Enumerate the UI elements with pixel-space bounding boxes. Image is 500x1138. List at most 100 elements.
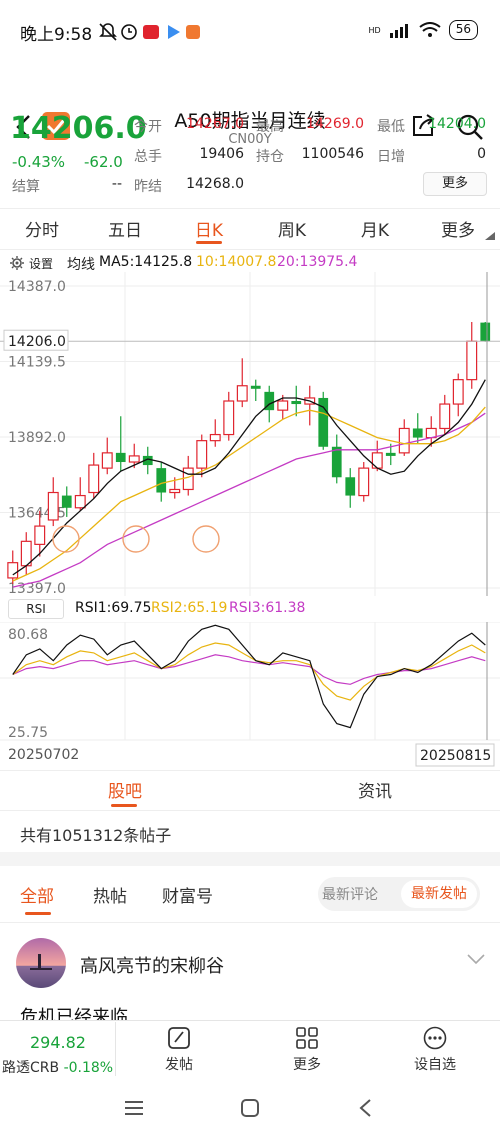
x-start-date: 20250702 — [8, 747, 79, 763]
candle-body — [34, 525, 46, 545]
x-end-date: 20250815 — [420, 748, 491, 764]
last-price: 14206.0 — [10, 111, 147, 146]
daily-add-label: 日增 — [377, 149, 405, 165]
tab-news[interactable]: 资讯 — [315, 777, 435, 802]
filter-all[interactable]: 全部 — [20, 882, 54, 907]
ma20-value: 20:13975.4 — [277, 254, 358, 270]
ticker-change: -0.18% — [63, 1060, 114, 1076]
candle-body — [452, 379, 464, 405]
signal-icon — [389, 24, 408, 38]
ma5-line — [12, 379, 486, 576]
y-tick-label: 14139.5 — [8, 355, 66, 371]
status-bar: 晚上9:58 HD 56 — [0, 0, 500, 52]
rsi-chart[interactable]: 80.68 25.75 20250702 20250815 — [0, 622, 500, 768]
candle-body — [398, 427, 410, 454]
ticker-name[interactable]: 路透CRB -0.18% — [2, 1057, 113, 1077]
post-button[interactable]: 发帖 — [144, 1026, 214, 1074]
active-tab-indicator — [196, 241, 222, 244]
back-icon[interactable] — [358, 1098, 372, 1118]
grid-icon — [296, 1027, 318, 1049]
sort-latest-comment[interactable]: 最新评论 — [322, 884, 378, 904]
tab-monthly-k[interactable]: 月K — [335, 216, 415, 241]
change-value: -62.0 — [84, 153, 123, 171]
low-label: 最低 — [377, 119, 405, 135]
sort-latest-post[interactable]: 最新发帖 — [401, 880, 477, 908]
system-nav-bar — [0, 1080, 500, 1138]
settle-value: -- — [111, 176, 122, 192]
section-tab-indicator — [111, 804, 137, 807]
avatar[interactable] — [16, 938, 66, 988]
chevron-down-icon[interactable] — [467, 953, 485, 965]
add-watchlist-label: 设自选 — [414, 1057, 456, 1073]
app-notification-icon — [143, 25, 159, 39]
volume-label: 总手 — [134, 149, 162, 165]
filter-caifu[interactable]: 财富号 — [162, 882, 213, 907]
mute-bell-icon — [99, 23, 117, 41]
post-title[interactable]: 危机已经来临 — [20, 1003, 128, 1021]
candle-body — [480, 322, 491, 342]
hd-label: HD — [368, 25, 381, 35]
candle-body — [412, 428, 423, 438]
ticker-name-text: 路透CRB — [2, 1060, 60, 1076]
add-watchlist-button[interactable]: 设自选 — [400, 1026, 470, 1074]
tab-five-day[interactable]: 五日 — [85, 216, 165, 241]
candle-body — [128, 455, 140, 463]
chart-settings-label[interactable]: 设置 — [29, 255, 53, 272]
status-icons — [99, 23, 200, 41]
posts-count: 共有1051312条帖子 — [20, 826, 172, 845]
candle-body — [182, 467, 194, 491]
more-quote-button[interactable]: 更多 — [423, 172, 487, 196]
shop-notification-icon — [186, 25, 200, 39]
candle-body — [358, 467, 370, 497]
more-button[interactable]: 更多 — [272, 1026, 342, 1074]
rsi1-line — [12, 624, 486, 729]
prev-settle-label: 昨结 — [134, 179, 162, 195]
rsi-selector[interactable]: RSI — [8, 599, 64, 619]
candle-body — [196, 440, 208, 469]
candle-body — [236, 385, 248, 402]
battery-indicator: 56 — [448, 20, 478, 40]
candle-body — [101, 452, 113, 469]
tab-weekly-k[interactable]: 周K — [252, 216, 332, 241]
candle-body — [74, 494, 86, 509]
change-percent: -0.43% — [12, 153, 66, 171]
candle-body — [250, 385, 261, 389]
tab-daily-k[interactable]: 日K — [169, 216, 249, 241]
candle-body — [169, 488, 181, 494]
candle-body — [277, 400, 289, 411]
candle-body — [385, 452, 396, 456]
candle-body — [156, 468, 167, 493]
candle-body — [61, 495, 72, 508]
candle-body — [115, 452, 126, 463]
low-value: 14204.0 — [428, 116, 486, 132]
candle-body — [331, 446, 342, 478]
post-username[interactable]: 高风亮节的宋柳谷 — [80, 952, 224, 978]
event-marker-icon — [192, 525, 220, 553]
candlestick-chart[interactable]: 14387.014139.513892.013644.513397.014206… — [0, 272, 500, 598]
candle-body — [291, 401, 302, 405]
y-tick-label: 13892.0 — [8, 430, 66, 446]
menu-icon[interactable] — [124, 1100, 144, 1116]
candle-body — [7, 562, 19, 579]
dropdown-triangle-icon — [485, 232, 495, 240]
filter-indicator — [25, 912, 51, 915]
ticker-value[interactable]: 294.82 — [30, 1033, 86, 1052]
settings-gear-icon[interactable] — [10, 256, 24, 270]
tab-intraday[interactable]: 分时 — [2, 216, 82, 241]
rsi2-value: RSI2:65.19 — [151, 600, 228, 616]
filter-hot[interactable]: 热帖 — [93, 882, 127, 907]
open-value: 14267.0 — [186, 116, 244, 132]
rsi3-value: RSI3:61.38 — [229, 600, 306, 616]
candle-body — [47, 491, 59, 521]
play-notification-icon — [168, 25, 180, 39]
wifi-icon — [419, 22, 441, 37]
event-marker-icon — [52, 525, 80, 553]
nav-bar: A50期指当月连续 CN00Y — [0, 52, 500, 147]
alarm-icon — [121, 24, 137, 40]
volume-value: 19406 — [199, 146, 244, 162]
high-value: 14269.0 — [306, 116, 364, 132]
tab-guba[interactable]: 股吧 — [65, 777, 185, 802]
more-dots-icon — [423, 1026, 447, 1050]
home-icon[interactable] — [240, 1098, 260, 1118]
candle-body — [209, 433, 221, 442]
